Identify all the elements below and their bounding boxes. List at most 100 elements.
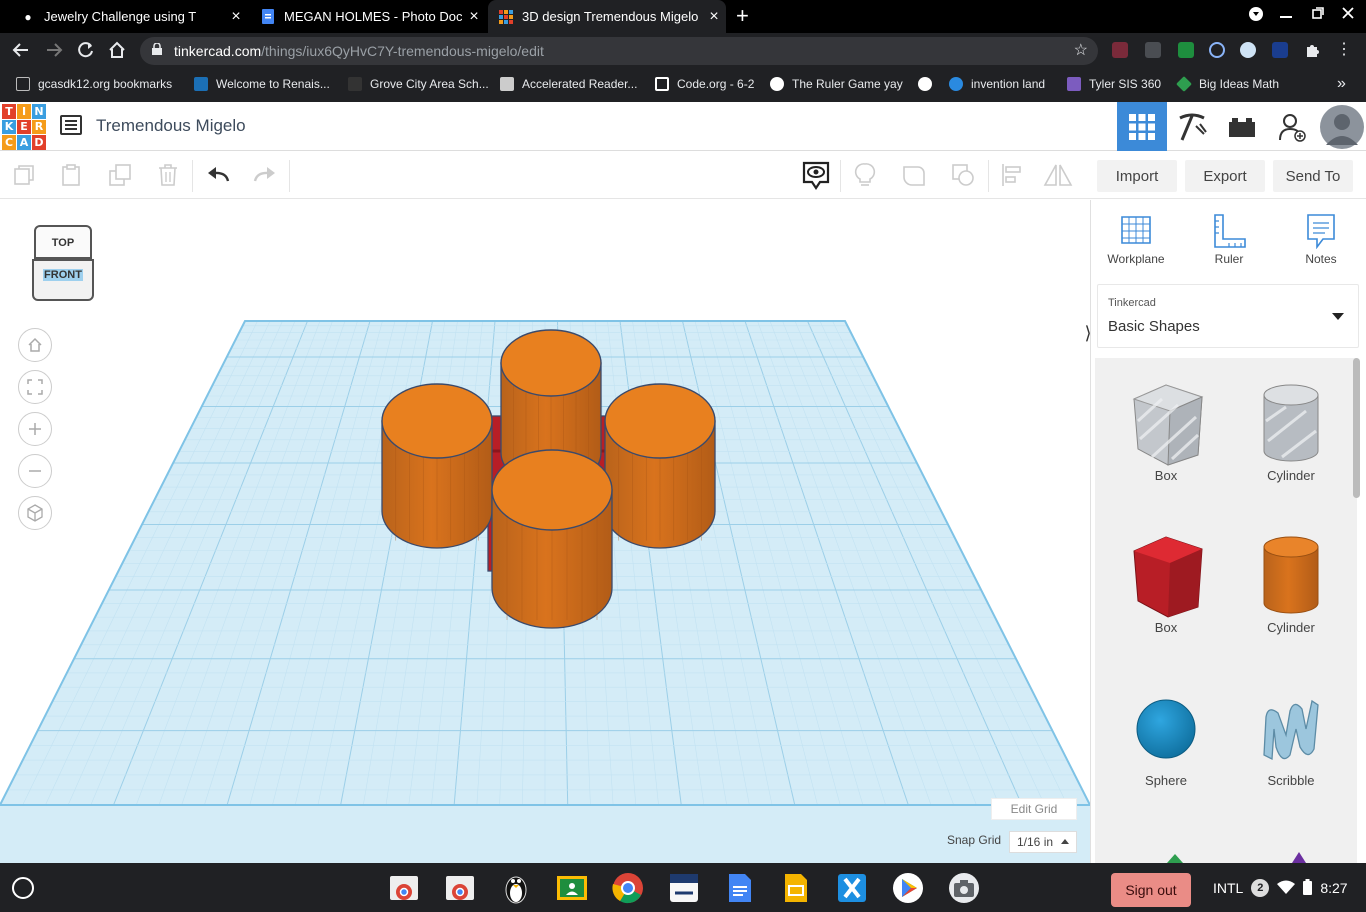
close-tab-icon[interactable]: × [702, 8, 726, 26]
minimize-icon[interactable] [1280, 6, 1292, 22]
user-avatar[interactable] [1317, 102, 1366, 151]
testnav-app-icon[interactable] [667, 871, 701, 905]
mirror-icon[interactable] [1043, 160, 1073, 190]
shape-box-hole[interactable]: Box [1111, 380, 1221, 483]
perspective-icon[interactable] [18, 496, 52, 530]
more-bookmarks-icon[interactable]: » [1337, 69, 1346, 99]
bookmark-item[interactable]: invention land [949, 69, 1045, 99]
design-list-icon[interactable] [60, 115, 82, 135]
next-shape-peek [1167, 854, 1183, 863]
extension-circle-icon[interactable] [1209, 42, 1225, 58]
new-tab-button[interactable]: + [736, 4, 749, 28]
paste-icon[interactable] [56, 160, 86, 190]
import-button[interactable]: Import [1097, 160, 1177, 192]
tab-megan-holmes[interactable]: MEGAN HOLMES - Photo Docum × [250, 0, 486, 33]
zoom-out-icon[interactable] [18, 454, 52, 488]
close-tab-icon[interactable]: × [224, 8, 248, 26]
bookmark-item[interactable]: The Ruler Game yay [770, 69, 903, 99]
x-app-icon[interactable] [835, 871, 869, 905]
view-cube[interactable]: TOP FRONT [30, 225, 96, 303]
bookmark-star-icon[interactable]: ☆ [1074, 37, 1088, 65]
shape-library-select[interactable]: Tinkercad Basic Shapes [1097, 284, 1359, 348]
tab-tinkercad[interactable]: 3D design Tremendous Migelo | × [488, 0, 726, 33]
launcher-icon[interactable] [12, 877, 34, 899]
chrome-menu-icon[interactable]: ⋮ [1336, 42, 1352, 58]
send-to-button[interactable]: Send To [1273, 160, 1353, 192]
penguin-app-icon[interactable] [499, 871, 533, 905]
view-cube-front[interactable]: FRONT [32, 259, 94, 301]
play-store-icon[interactable] [891, 871, 925, 905]
workplane-grid[interactable] [0, 200, 1090, 863]
bricks-button[interactable] [1217, 102, 1267, 151]
duplicate-icon[interactable] [105, 160, 135, 190]
omnibox[interactable]: tinkercad.com/things/iux6QyHvC7Y-tremend… [140, 37, 1098, 65]
hint-bulb-icon[interactable] [850, 160, 880, 190]
forward-icon[interactable] [45, 41, 63, 63]
tinkercad-logo[interactable]: T I N K E R C A D [2, 104, 46, 150]
bookmark-item[interactable]: gcasdk12.org bookmarks [16, 69, 172, 99]
restore-icon[interactable] [1312, 6, 1324, 22]
bookmark-item[interactable]: Big Ideas Math [1176, 69, 1279, 99]
snap-grid-label: Snap Grid [947, 833, 1002, 847]
extension-badge-icon[interactable] [1272, 42, 1288, 58]
fit-view-icon[interactable] [18, 370, 52, 404]
back-icon[interactable] [12, 41, 30, 63]
classroom-app-icon[interactable] [555, 871, 589, 905]
bookmark-item[interactable]: Grove City Area Sch... [348, 69, 489, 99]
export-button[interactable]: Export [1185, 160, 1265, 192]
notes-tool[interactable]: Notes [1286, 210, 1356, 266]
sign-out-button[interactable]: Sign out [1111, 873, 1191, 907]
shape-cylinder-solid[interactable]: Cylinder [1236, 532, 1346, 635]
cloud-extension-icon[interactable] [1240, 42, 1256, 58]
sheets-extension-icon[interactable] [1178, 42, 1194, 58]
status-tray[interactable]: INTL 2 8:27 [1203, 871, 1358, 905]
bookmark-item[interactable] [918, 69, 940, 99]
zoom-in-icon[interactable] [18, 412, 52, 446]
tab-search-icon[interactable] [1248, 6, 1264, 25]
design-title[interactable]: Tremendous Migelo [96, 116, 246, 136]
close-window-icon[interactable] [1342, 6, 1354, 22]
slides-app-icon[interactable] [779, 871, 813, 905]
delete-icon[interactable] [153, 160, 183, 190]
ungroup-icon[interactable] [948, 160, 978, 190]
shape-box-solid[interactable]: Box [1111, 532, 1221, 635]
extension-grid-icon[interactable] [1145, 42, 1161, 58]
workplane-tool[interactable]: Workplane [1101, 210, 1171, 266]
extension-icon[interactable] [1112, 42, 1128, 58]
bookmark-item[interactable]: Code.org - 6-2 [655, 69, 754, 99]
view-cube-top[interactable]: TOP [34, 225, 92, 259]
chrome-app-icon[interactable] [443, 871, 477, 905]
shape-scribble[interactable]: Scribble [1236, 685, 1346, 788]
panel-scrollbar[interactable] [1353, 358, 1360, 498]
3d-view-button[interactable] [1117, 102, 1167, 151]
shape-sphere[interactable]: Sphere [1111, 685, 1221, 788]
bookmark-item[interactable]: Tyler SIS 360 [1067, 69, 1161, 99]
docs-app-icon[interactable] [723, 871, 757, 905]
home-icon[interactable] [108, 41, 126, 63]
redo-icon[interactable] [250, 160, 280, 190]
ruler-tool[interactable]: Ruler [1194, 210, 1264, 266]
ruler-icon [1194, 210, 1264, 252]
group-icon[interactable] [899, 160, 929, 190]
tab-jewelry-challenge[interactable]: ● Jewelry Challenge using T × [10, 0, 248, 33]
align-icon[interactable] [997, 160, 1027, 190]
chrome-browser-icon[interactable] [611, 871, 645, 905]
invite-user-button[interactable] [1267, 102, 1317, 151]
extensions-puzzle-icon[interactable] [1304, 42, 1320, 58]
edit-grid-button[interactable]: Edit Grid [991, 798, 1077, 820]
show-all-icon[interactable] [801, 160, 831, 190]
copy-icon[interactable] [9, 160, 39, 190]
chrome-app-icon[interactable] [387, 871, 421, 905]
snap-grid-select[interactable]: 1/16 in [1009, 831, 1077, 853]
undo-icon[interactable] [203, 160, 233, 190]
workplane-canvas[interactable]: TOP FRONT Edit Grid Snap Grid 1/16 in [0, 200, 1090, 863]
bookmark-item[interactable]: Accelerated Reader... [500, 69, 637, 99]
reload-icon[interactable] [77, 41, 95, 63]
bookmark-item[interactable]: Welcome to Renais... [194, 69, 330, 99]
camera-app-icon[interactable] [947, 871, 981, 905]
close-tab-icon[interactable]: × [462, 8, 486, 26]
home-view-icon[interactable] [18, 328, 52, 362]
blackboard-icon [348, 77, 362, 91]
codeblocks-button[interactable] [1167, 102, 1217, 151]
shape-cylinder-hole[interactable]: Cylinder [1236, 380, 1346, 483]
